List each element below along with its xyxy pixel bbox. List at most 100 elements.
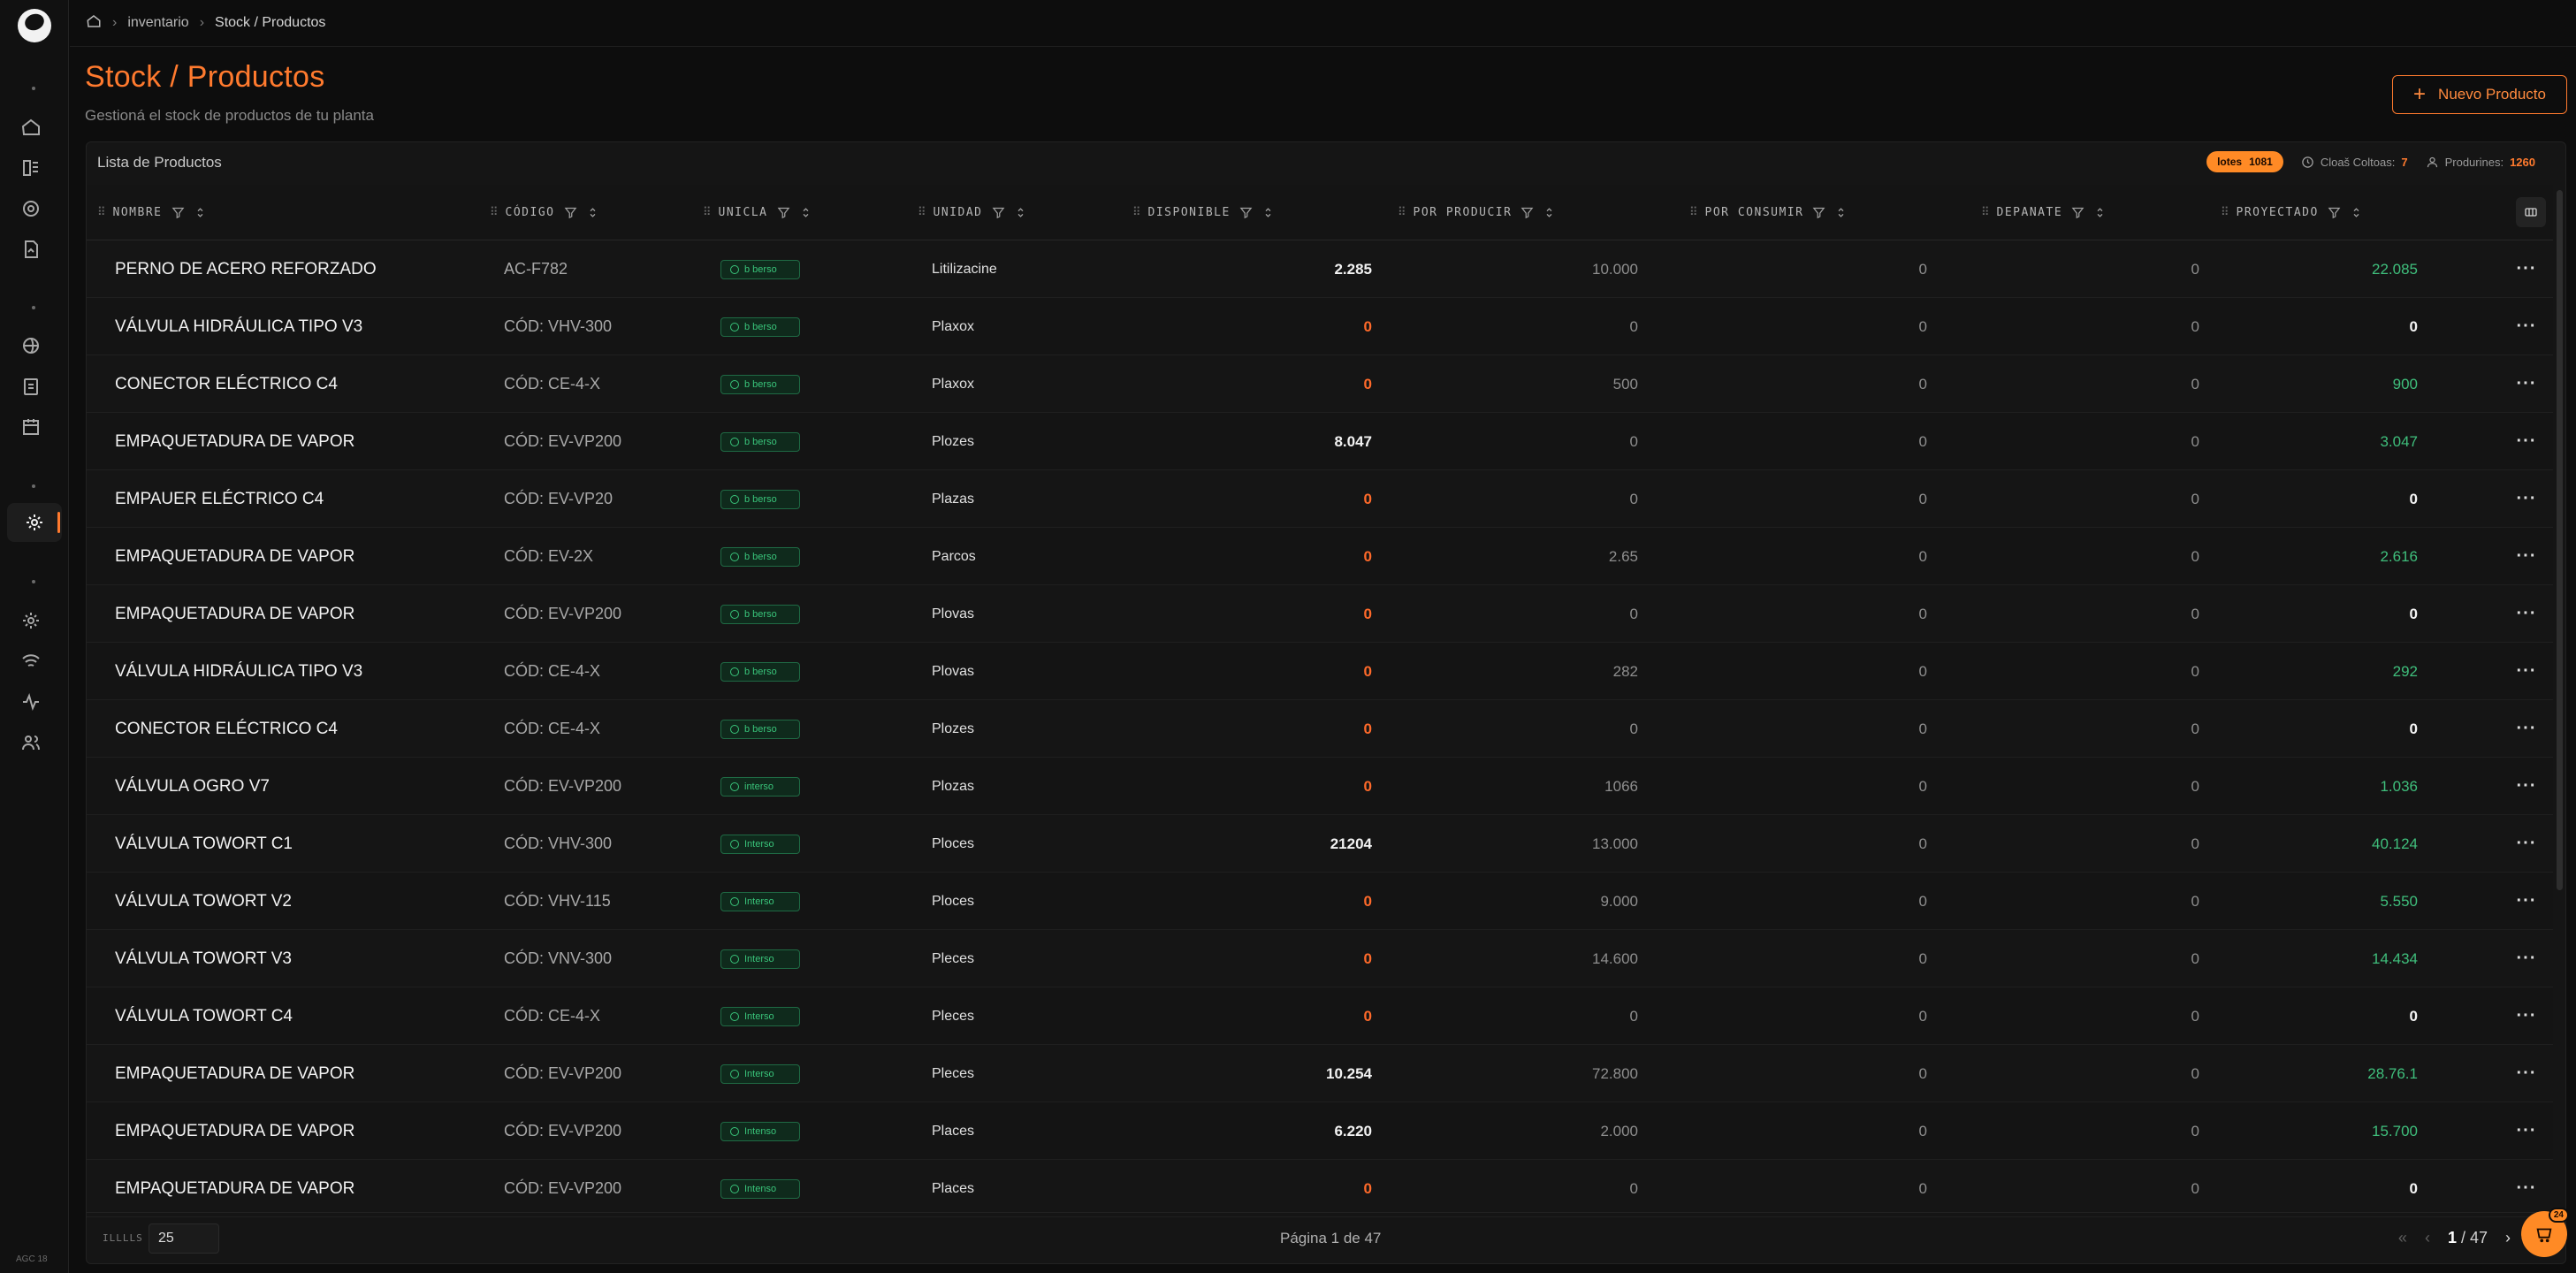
drag-handle-icon[interactable]: ⠿ [1981, 206, 1989, 219]
sort-icon[interactable] [2093, 206, 2107, 219]
drag-handle-icon[interactable]: ⠿ [97, 206, 105, 219]
more-actions-icon[interactable]: ··· [2509, 298, 2544, 355]
to-produce-value: 0 [1629, 720, 1638, 737]
depanate-value: 0 [2191, 317, 2199, 335]
drag-handle-icon[interactable]: ⠿ [2221, 206, 2229, 219]
more-actions-icon[interactable]: ··· [2509, 470, 2544, 528]
table-row[interactable]: EMPAQUETADURA DE VAPOR CÓD: EV-VP200 Inter… [87, 1045, 2553, 1102]
sort-icon[interactable] [1834, 206, 1848, 219]
filter-icon[interactable] [1520, 206, 1534, 219]
table-row[interactable]: VÁLVULA HIDRÁULICA TIPO V3 CÓD: CE-4-X b b… [87, 643, 2553, 700]
sort-icon[interactable] [194, 206, 207, 219]
table-row[interactable]: VÁLVULA TOWORT V3 CÓD: VNV-300 Interso Plec… [87, 930, 2553, 987]
col-proyectado[interactable]: ⠿ PROYECTADO [2221, 185, 2363, 240]
more-actions-icon[interactable]: ··· [2509, 815, 2544, 873]
products-icon[interactable] [7, 503, 62, 542]
sort-icon[interactable] [1543, 206, 1556, 219]
table-row[interactable]: VÁLVULA TOWORT C1 CÓD: VHV-300 Interso Ploc… [87, 815, 2553, 873]
col-depanate[interactable]: ⠿ DEPANATE [1981, 185, 2107, 240]
col-por-producir[interactable]: ⠿ POR PRODUCIR [1398, 185, 1556, 240]
table-row[interactable]: EMPAQUETADURA DE VAPOR CÓD: EV-VP200 b ber… [87, 413, 2553, 470]
sort-icon[interactable] [1014, 206, 1027, 219]
table-row[interactable]: EMPAUER ELÉCTRICO C4 CÓD: EV-VP20 b berso P… [87, 470, 2553, 528]
more-actions-icon[interactable]: ··· [2509, 987, 2544, 1045]
settings-icon[interactable] [18, 195, 44, 222]
app-logo[interactable] [18, 9, 51, 42]
gear-icon[interactable] [18, 607, 44, 634]
table-row[interactable]: PERNO DE ACERO REFORZADO AC-F782 b berso Li… [87, 240, 2553, 298]
new-product-button[interactable]: + Nuevo Producto [2392, 75, 2567, 114]
col-codigo[interactable]: ⠿ CÓDIGO [490, 185, 599, 240]
users-icon[interactable] [18, 729, 44, 756]
scrollbar-thumb[interactable] [2557, 190, 2563, 890]
col-disponible[interactable]: ⠿ DISPONIBLE [1132, 185, 1275, 240]
scrollbar[interactable] [2556, 185, 2563, 1210]
page-size-select[interactable]: 25 [149, 1223, 219, 1254]
projected-value: 40.124 [2372, 835, 2418, 852]
more-actions-icon[interactable]: ··· [2509, 413, 2544, 470]
sort-icon[interactable] [799, 206, 812, 219]
table-row[interactable]: VÁLVULA TOWORT V2 CÓD: VHV-115 Interso Ploc… [87, 873, 2553, 930]
table-row[interactable]: VÁLVULA OGRO V7 CÓD: EV-VP200 interso Ploza… [87, 758, 2553, 815]
product-name: EMPAUER ELÉCTRICO C4 [115, 489, 324, 508]
more-actions-icon[interactable]: ··· [2509, 240, 2544, 298]
status-badge-cell: b berso [720, 643, 800, 700]
cart-fab-button[interactable]: 24 [2521, 1208, 2569, 1257]
document-icon[interactable] [18, 236, 44, 263]
filter-icon[interactable] [992, 206, 1005, 219]
col-unidad[interactable]: ⠿ UNIDAD [918, 185, 1027, 240]
col-unicla[interactable]: ⠿ UNICLA [703, 185, 812, 240]
table-row[interactable]: CONECTOR ELÉCTRICO C4 CÓD: CE-4-X b berso P… [87, 355, 2553, 413]
col-por-consumir[interactable]: ⠿ POR CONSUMIR [1689, 185, 1848, 240]
table-row[interactable]: EMPAQUETADURA DE VAPOR CÓD: EV-VP200 b ber… [87, 585, 2553, 643]
more-actions-icon[interactable]: ··· [2509, 355, 2544, 413]
filter-icon[interactable] [564, 206, 577, 219]
drag-handle-icon[interactable]: ⠿ [918, 206, 926, 219]
filter-icon[interactable] [1812, 206, 1825, 219]
more-actions-icon[interactable]: ··· [2509, 930, 2544, 987]
depanate-value: 0 [2191, 892, 2199, 910]
prev-page-icon[interactable]: ‹ [2425, 1229, 2430, 1247]
more-actions-icon[interactable]: ··· [2509, 528, 2544, 585]
filter-icon[interactable] [171, 206, 185, 219]
filter-icon[interactable] [1239, 206, 1253, 219]
first-page-icon[interactable]: « [2398, 1229, 2407, 1247]
sort-icon[interactable] [2350, 206, 2363, 219]
table-row[interactable]: CONECTOR ELÉCTRICO C4 CÓD: CE-4-X b berso P… [87, 700, 2553, 758]
more-actions-icon[interactable]: ··· [2509, 873, 2544, 930]
table-row[interactable]: EMPAQUETADURA DE VAPOR CÓD: EV-VP200 Inten… [87, 1102, 2553, 1160]
table-row[interactable]: EMPAQUETADURA DE VAPOR CÓD: EV-VP200 Inten… [87, 1160, 2553, 1217]
filter-icon[interactable] [2071, 206, 2084, 219]
drag-handle-icon[interactable]: ⠿ [490, 206, 498, 219]
col-nombre[interactable]: ⠿ NOMBRE [97, 185, 207, 240]
wifi-icon[interactable] [18, 648, 44, 675]
more-actions-icon[interactable]: ··· [2509, 585, 2544, 643]
table-row[interactable]: VÁLVULA TOWORT C4 CÓD: CE-4-X Interso Plece… [87, 987, 2553, 1045]
activity-icon[interactable] [18, 689, 44, 715]
more-actions-icon[interactable]: ··· [2509, 1102, 2544, 1160]
table-row[interactable]: EMPAQUETADURA DE VAPOR CÓD: EV-2X b berso P… [87, 528, 2553, 585]
breadcrumb-section[interactable]: inventario [127, 15, 188, 31]
more-actions-icon[interactable]: ··· [2509, 1160, 2544, 1217]
inventory-icon[interactable] [18, 155, 44, 181]
drag-handle-icon[interactable]: ⠿ [1132, 206, 1140, 219]
clipboard-icon[interactable] [18, 373, 44, 400]
more-actions-icon[interactable]: ··· [2509, 643, 2544, 700]
next-page-icon[interactable]: › [2505, 1229, 2511, 1247]
more-actions-icon[interactable]: ··· [2509, 700, 2544, 758]
drag-handle-icon[interactable]: ⠿ [1398, 206, 1406, 219]
drag-handle-icon[interactable]: ⠿ [1689, 206, 1697, 219]
filter-icon[interactable] [2328, 206, 2341, 219]
sort-icon[interactable] [1261, 206, 1275, 219]
more-actions-icon[interactable]: ··· [2509, 1045, 2544, 1102]
more-actions-icon[interactable]: ··· [2509, 758, 2544, 815]
sort-icon[interactable] [586, 206, 599, 219]
drag-handle-icon[interactable]: ⠿ [703, 206, 711, 219]
home-icon[interactable] [18, 114, 44, 141]
globe-icon[interactable] [18, 332, 44, 359]
calendar-icon[interactable] [18, 414, 44, 440]
filter-icon[interactable] [777, 206, 790, 219]
table-row[interactable]: VÁLVULA HIDRÁULICA TIPO V3 CÓD: VHV-300 b … [87, 298, 2553, 355]
home-icon[interactable] [86, 13, 102, 34]
column-settings-button[interactable] [2516, 197, 2546, 227]
